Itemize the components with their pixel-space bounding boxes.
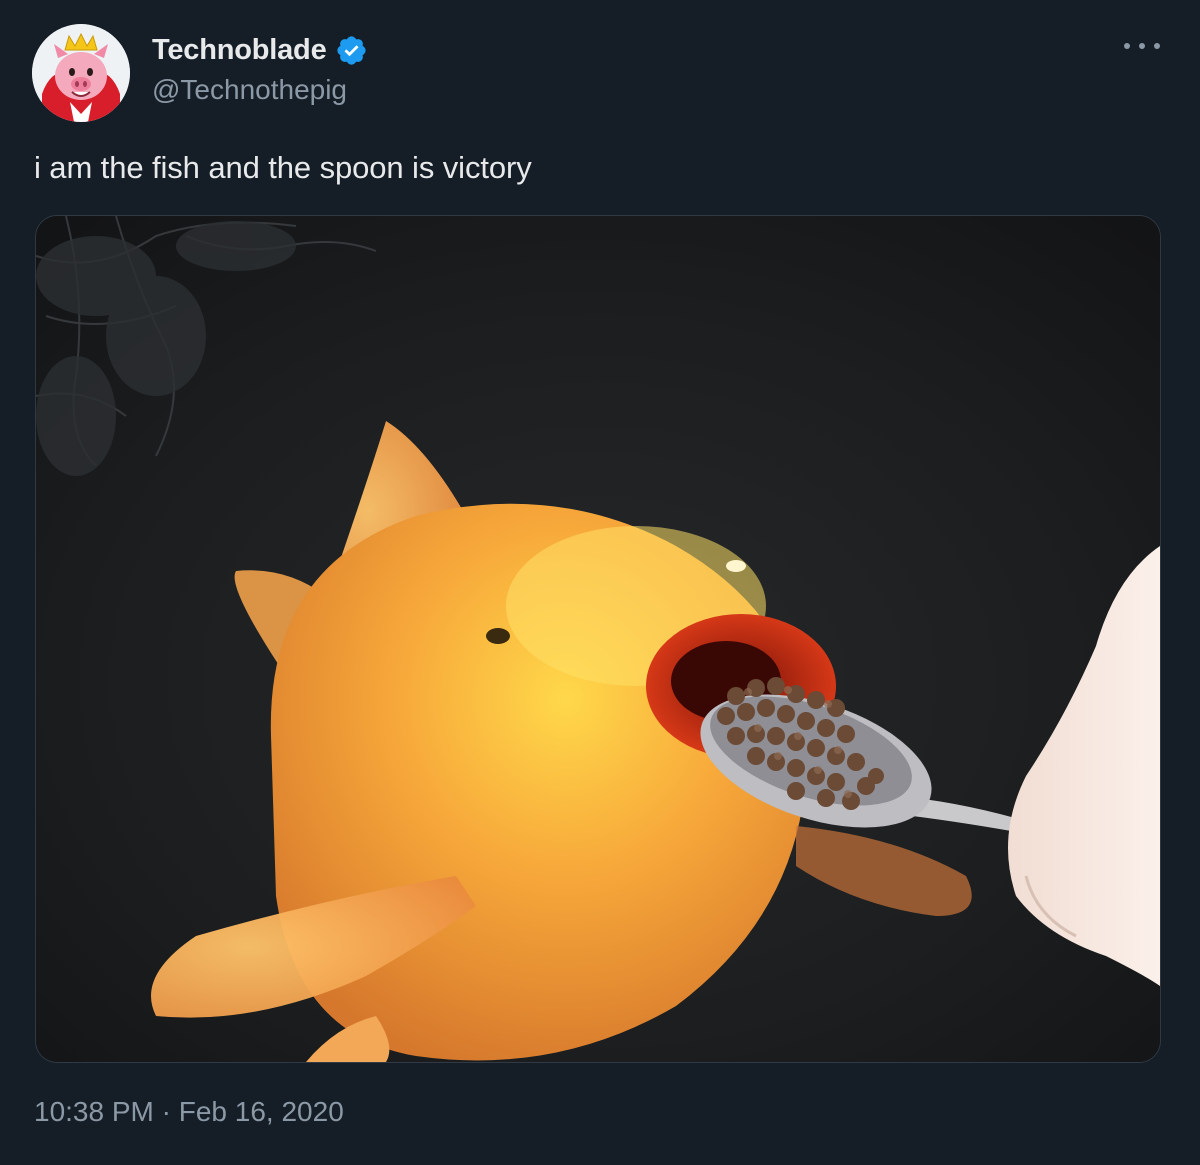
- display-name[interactable]: Technoblade: [152, 34, 327, 67]
- timestamp-separator: ·: [161, 1096, 171, 1127]
- pig-avatar-icon: [32, 24, 130, 122]
- avatar[interactable]: [32, 24, 130, 122]
- koi-fish-photo-icon: [36, 216, 1160, 1062]
- dot: [1154, 43, 1160, 49]
- dot: [1124, 43, 1130, 49]
- handle[interactable]: @Technothepig: [152, 74, 368, 106]
- tweet-text: i am the fish and the spoon is victory: [34, 150, 532, 185]
- dot: [1139, 43, 1145, 49]
- tweet-timestamp[interactable]: 10:38 PM · Feb 16, 2020: [34, 1096, 344, 1128]
- more-options-icon[interactable]: [1124, 36, 1160, 56]
- tweet-time: 10:38 PM: [34, 1096, 154, 1127]
- verified-badge-icon[interactable]: [335, 34, 368, 67]
- tweet-media-photo[interactable]: [35, 215, 1161, 1063]
- author-block: Technoblade @Technothepig: [152, 30, 368, 106]
- tweet-date: Feb 16, 2020: [178, 1096, 344, 1127]
- tweet-card: Technoblade @Technothepig i am the fish …: [0, 0, 1200, 1165]
- display-name-row: Technoblade: [152, 30, 368, 70]
